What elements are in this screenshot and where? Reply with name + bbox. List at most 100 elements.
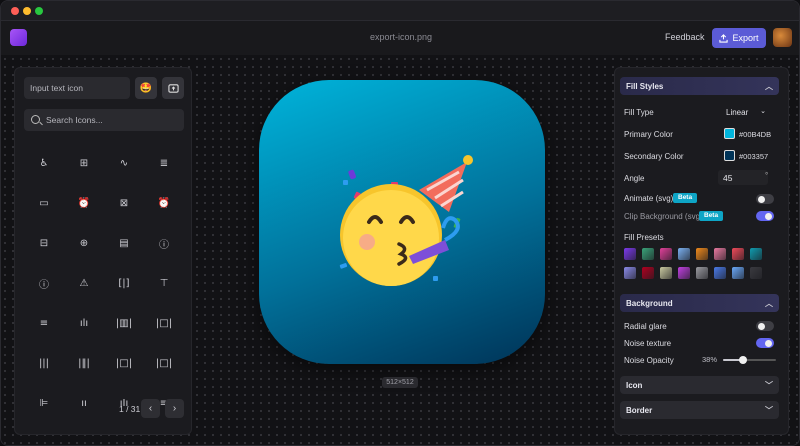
noise-texture-label: Noise texture [624,339,672,348]
noise-opacity-slider[interactable] [723,356,776,364]
chevron-down-icon: ⌄ [760,108,766,115]
icon-grid-item[interactable]: ⊠ [104,183,144,223]
fill-preset-swatch[interactable] [678,267,690,279]
fill-preset-swatch[interactable] [660,267,672,279]
icon-section[interactable]: Icon ﹀ [620,376,779,394]
text-icon-input[interactable]: Input text icon [24,77,130,99]
icon-grid-item[interactable]: ▤ [104,223,144,263]
alarm-clock-icon: ⏰ [77,197,91,209]
alarm-plus-icon: ⊕ [79,237,89,249]
primary-color-hex[interactable]: #00B4DB [739,130,771,139]
icon-grid-item[interactable]: ▭ [24,183,64,223]
fill-preset-swatch[interactable] [714,248,726,260]
icon-grid-item[interactable]: ⏰ [144,183,184,223]
prev-page-button[interactable]: ‹ [141,399,160,418]
icon-grid-item[interactable]: ≡ [24,303,64,343]
upload-icon [719,33,729,43]
secondary-color-hex[interactable]: #003357 [739,152,768,161]
align-horizontal-distribute-icon: |▥| [115,317,133,329]
export-button[interactable]: Export [712,28,766,48]
align-horizontal-space-around-icon: |□| [115,357,133,369]
app-header: export-icon.png Feedback Export [1,21,799,55]
fill-preset-swatch[interactable] [732,248,744,260]
background-section[interactable]: Background ︿ [620,294,779,312]
icon-grid-item[interactable]: |▥| [104,303,144,343]
fill-preset-swatch[interactable] [714,267,726,279]
primary-color-label: Primary Color [624,130,673,139]
fill-preset-swatch[interactable] [624,267,636,279]
fill-presets-label: Fill Presets [624,233,664,242]
border-section-title: Border [626,406,653,415]
icon-grid-item[interactable]: |□| [104,343,144,383]
square-plus-icon: ⊞ [79,157,89,169]
fill-styles-section[interactable]: Fill Styles ︿ [620,77,779,95]
icon-grid-item[interactable]: [|] [104,263,144,303]
export-label: Export [732,33,759,43]
icon-grid-item[interactable]: ⓘ [144,223,184,263]
icon-grid-item[interactable]: ıı [64,383,104,423]
icon-grid-item[interactable]: ⊤ [144,263,184,303]
fill-preset-swatch[interactable] [696,248,708,260]
radial-glare-toggle[interactable] [756,321,774,331]
icon-grid-item[interactable]: |□| [144,303,184,343]
icon-grid-item[interactable]: |□| [144,343,184,383]
upload-image-button[interactable] [162,77,184,99]
icon-grid-item[interactable]: ≣ [144,143,184,183]
fill-preset-swatch[interactable] [750,267,762,279]
fill-preset-swatch[interactable] [696,267,708,279]
app-window: export-icon.png Feedback Export Input te… [0,0,800,446]
icon-grid-item[interactable]: ∿ [104,143,144,183]
icon-grid-item[interactable]: |‖| [64,343,104,383]
icon-grid-item[interactable]: ⓘ [24,263,64,303]
close-window-button[interactable] [11,7,19,15]
minimize-window-button[interactable] [23,7,31,15]
fill-preset-swatch[interactable] [732,267,744,279]
fill-preset-swatch[interactable] [624,248,636,260]
avatar[interactable] [773,28,792,47]
chevron-down-icon: ﹀ [765,381,773,390]
icon-grid-item[interactable]: ♿ [24,143,64,183]
noise-opacity-value: 38% [702,355,718,364]
fill-presets-row [624,267,762,279]
border-section[interactable]: Border ﹀ [620,401,779,419]
icon-search-input[interactable]: Search Icons... [24,109,184,131]
clip-beta-badge: Beta [699,211,724,221]
icon-grid-item[interactable]: ⊕ [64,223,104,263]
icon-grid-item[interactable]: ⊞ [64,143,104,183]
clip-background-toggle[interactable] [756,211,774,221]
image-upload-icon [167,83,179,93]
icon-grid-item[interactable]: ⚠ [64,263,104,303]
chevron-up-icon: ︿ [765,299,773,308]
slider-handle[interactable] [739,356,748,364]
animate-toggle[interactable] [756,194,774,204]
icon-grid-item[interactable]: ⏰ [64,183,104,223]
icon-grid-item[interactable]: ||| [24,343,64,383]
icon-grid-item[interactable]: ⊟ [24,223,64,263]
icon-grid-item[interactable]: ⊫ [24,383,64,423]
align-vertical-center-icon: |‖| [78,357,90,369]
next-page-button[interactable]: › [165,399,184,418]
noise-texture-toggle[interactable] [756,338,774,348]
noise-opacity-label: Noise Opacity [624,356,674,365]
icon-library-panel: Input text icon 🤩 Search Icons... ♿ ⊞ ∿ ≣ ▭ ⏰… [14,67,192,435]
fill-preset-swatch[interactable] [642,248,654,260]
angle-input[interactable]: 45 [718,170,768,185]
icon-grid-item[interactable]: ılı [64,303,104,343]
icon-grid-item[interactable]: ıIı [104,383,144,423]
chevron-down-icon: ﹀ [765,406,773,415]
primary-color-swatch[interactable] [724,128,735,139]
align-end-vertical-icon: ⊤ [159,277,169,289]
feedback-link[interactable]: Feedback [665,32,705,42]
angle-label: Angle [624,174,645,183]
fill-preset-swatch[interactable] [750,248,762,260]
fill-preset-swatch[interactable] [642,267,654,279]
fill-preset-swatch[interactable] [678,248,690,260]
maximize-window-button[interactable] [35,7,43,15]
secondary-color-swatch[interactable] [724,150,735,161]
alert-circle-icon: ⓘ [159,239,169,251]
fill-preset-swatch[interactable] [660,248,672,260]
animate-label: Animate (svg) [624,194,674,203]
emoji-picker-button[interactable]: 🤩 [135,77,157,99]
angle-unit: ° [765,171,769,180]
fill-type-select[interactable]: Linear ⌄ [720,104,772,120]
